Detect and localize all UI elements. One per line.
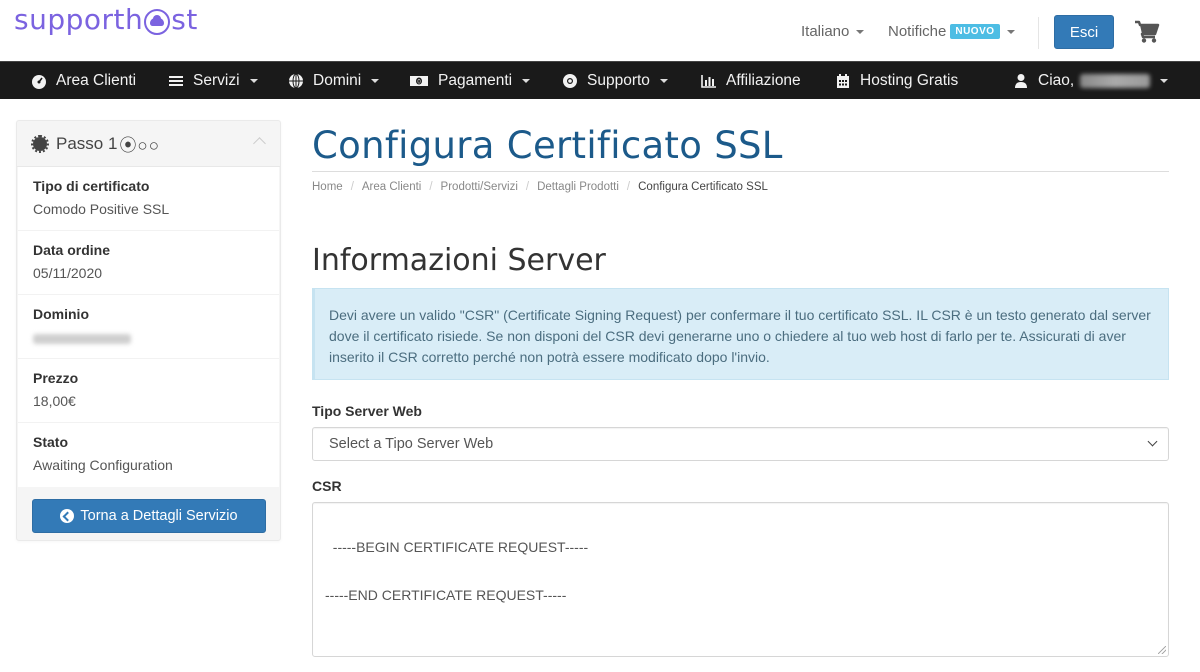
nav-area-clienti[interactable]: Area Clienti	[31, 62, 136, 99]
nav-label: Servizi	[193, 71, 240, 89]
nav-label: Hosting Gratis	[860, 71, 959, 89]
sidebar-footer: Torna a Dettagli Servizio	[17, 487, 280, 545]
breadcrumb-separator: /	[429, 181, 433, 193]
detail-label: Stato	[33, 434, 68, 450]
nav-pagamenti[interactable]: 0 Pagamenti	[409, 62, 531, 99]
gear-icon	[31, 134, 49, 153]
nav-servizi[interactable]: Servizi	[168, 62, 258, 99]
detail-label: Tipo di certificato	[33, 178, 150, 194]
server-type-select[interactable]: Select a Tipo Server Web	[312, 427, 1169, 461]
nav-label: Area Clienti	[56, 71, 137, 89]
chevron-down-icon	[1147, 436, 1158, 447]
nav-label: Affiliazione	[726, 71, 801, 89]
server-type-selected: Select a Tipo Server Web	[329, 436, 494, 452]
sidebar-header[interactable]: Passo 1 ⦿○○	[17, 121, 280, 167]
cloud-logo-icon	[144, 8, 171, 35]
shopping-cart-icon[interactable]	[1134, 20, 1160, 44]
language-selector[interactable]: Italiano	[801, 23, 865, 40]
detail-value: 05/11/2020	[33, 265, 103, 281]
main-navbar: Area Clienti Servizi Domini 0 Pagamenti …	[0, 61, 1200, 99]
detail-row: Data ordine 05/11/2020	[18, 231, 279, 295]
sidebar-body: Tipo di certificato Comodo Positive SSL …	[18, 167, 279, 487]
domain-value-redacted	[33, 334, 131, 344]
top-header: supporth st Italiano Notifiche NUOVO Esci	[0, 0, 1200, 61]
breadcrumb-separator: /	[350, 181, 354, 193]
title-divider	[312, 171, 1169, 172]
csr-info-alert: Devi avere un valido "CSR" (Certificate …	[312, 288, 1169, 380]
language-label: Italiano	[801, 23, 850, 40]
nav-label: Domini	[313, 71, 362, 89]
breadcrumb-separator: /	[525, 181, 530, 193]
caret-down-icon	[856, 29, 865, 34]
caret-down-icon	[522, 78, 531, 83]
detail-row: Prezzo 18,00€	[18, 359, 279, 423]
notifications-label: Notifiche	[888, 23, 947, 40]
back-to-service-details-button[interactable]: Torna a Dettagli Servizio	[32, 499, 266, 533]
detail-row: Tipo di certificato Comodo Positive SSL	[18, 167, 279, 231]
header-divider	[1038, 17, 1039, 49]
breadcrumb-prodotti-servizi[interactable]: Prodotti/Servizi	[441, 181, 518, 193]
detail-label: Prezzo	[33, 370, 79, 386]
breadcrumb-home[interactable]: Home	[312, 181, 343, 193]
section-title: Informazioni Server	[312, 243, 606, 278]
dashboard-icon	[32, 74, 46, 89]
caret-down-icon	[249, 78, 258, 83]
nav-label: Supporto	[587, 71, 650, 89]
nav-domini[interactable]: Domini	[288, 62, 380, 99]
username-redacted	[1080, 73, 1151, 88]
list-icon	[169, 75, 183, 86]
csr-textarea[interactable]: -----BEGIN CERTIFICATE REQUEST----- ----…	[312, 502, 1169, 657]
caret-down-icon	[1006, 29, 1015, 34]
step-indicators: ⦿○○	[119, 136, 160, 155]
breadcrumb: Home / Area Clienti / Prodotti/Servizi /…	[312, 181, 768, 193]
user-icon	[1015, 73, 1027, 88]
step-label: Passo 1	[56, 133, 118, 153]
nav-label: Ciao,	[1038, 71, 1075, 89]
nav-supporto[interactable]: Supporto	[562, 62, 668, 99]
caret-down-icon	[659, 78, 668, 83]
back-button-label: Torna a Dettagli Servizio	[80, 508, 238, 524]
detail-value: Awaiting Configuration	[33, 457, 173, 473]
detail-row: Dominio	[18, 295, 279, 359]
nav-hosting-gratis[interactable]: Hosting Gratis	[835, 62, 958, 99]
detail-value: 18,00€	[33, 393, 76, 409]
breadcrumb-current: Configura Certificato SSL	[638, 181, 768, 193]
logo-text-start: supporth	[14, 3, 144, 36]
notifications-dropdown[interactable]: Notifiche NUOVO	[888, 23, 1015, 40]
page-title: Configura Certificato SSL	[312, 124, 783, 167]
life-ring-icon	[563, 73, 577, 88]
chevron-up-icon[interactable]	[253, 137, 266, 150]
new-badge: NUOVO	[950, 24, 1000, 39]
logout-button[interactable]: Esci	[1054, 15, 1114, 49]
csr-text: -----BEGIN CERTIFICATE REQUEST----- ----…	[325, 539, 589, 603]
supporthost-logo[interactable]: supporth st	[14, 3, 198, 36]
breadcrumb-area-clienti[interactable]: Area Clienti	[362, 181, 421, 193]
globe-icon	[289, 73, 303, 88]
caret-down-icon	[1160, 78, 1169, 83]
detail-label: Data ordine	[33, 242, 111, 258]
nav-label: Pagamenti	[438, 71, 513, 89]
nav-affiliazione[interactable]: Affiliazione	[701, 62, 801, 99]
detail-label: Dominio	[33, 306, 89, 322]
detail-value: Comodo Positive SSL	[33, 201, 170, 217]
detail-row: Stato Awaiting Configuration	[18, 423, 279, 487]
breadcrumb-separator: /	[626, 181, 631, 193]
calendar-icon	[837, 73, 849, 88]
caret-down-icon	[371, 78, 380, 83]
arrow-circle-left-icon	[60, 509, 75, 523]
server-type-label: Tipo Server Web	[312, 403, 422, 419]
csr-label: CSR	[312, 478, 342, 494]
bar-chart-icon	[701, 74, 716, 88]
logo-text-end: st	[171, 3, 198, 36]
money-icon: 0	[410, 75, 428, 86]
nav-user-menu[interactable]: Ciao,	[1013, 62, 1169, 99]
resize-handle[interactable]	[1158, 646, 1166, 654]
service-sidebar: Passo 1 ⦿○○ Tipo di certificato Comodo P…	[16, 120, 281, 541]
breadcrumb-dettagli-prodotti[interactable]: Dettagli Prodotti	[537, 181, 619, 193]
